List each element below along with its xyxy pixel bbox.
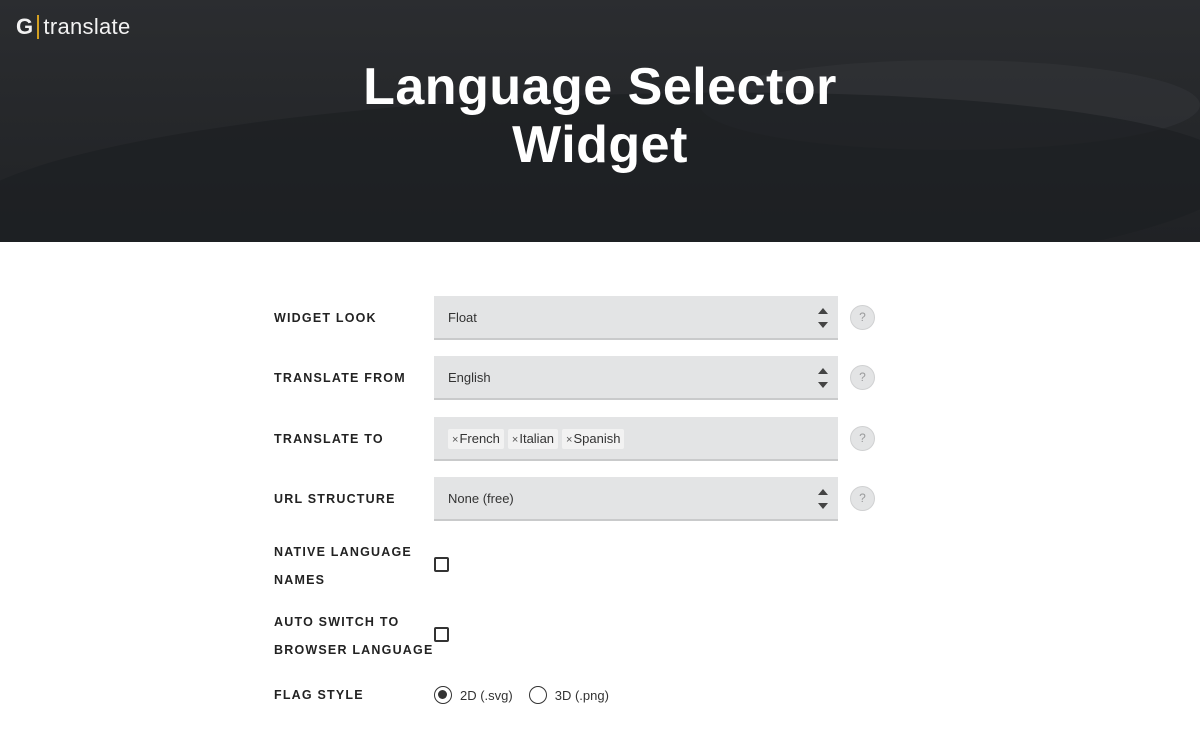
logo-letter: G: [16, 14, 34, 39]
translate-from-select[interactable]: English: [434, 356, 838, 400]
url-structure-select[interactable]: None (free): [434, 477, 838, 521]
language-tag: ×French: [448, 429, 504, 449]
native-language-names-label: NATIVE LANGUAGE NAMES: [274, 538, 434, 594]
selected-languages: ×French ×Italian ×Spanish: [448, 429, 628, 449]
tag-remove-icon[interactable]: ×: [452, 434, 458, 446]
page-title: Language Selector Widget: [0, 58, 1200, 174]
help-icon[interactable]: ?: [850, 426, 875, 451]
flag-style-3d-radio[interactable]: [528, 686, 547, 704]
hero-banner: G translate Language Selector Widget: [0, 0, 1200, 242]
language-tag: ×Spanish: [562, 429, 625, 449]
select-arrows-icon: [818, 489, 828, 509]
auto-switch-label: AUTO SWITCH TO BROWSER LANGUAGE: [274, 608, 434, 664]
flag-style-2d-radio[interactable]: [434, 686, 452, 704]
page-title-line1: Language Selector: [363, 58, 837, 116]
widget-look-label: WIDGET LOOK: [274, 311, 377, 325]
help-icon[interactable]: ?: [850, 305, 875, 330]
select-arrows-icon: [818, 368, 828, 388]
language-tag-label: Italian: [519, 431, 555, 446]
flag-style-2d-label[interactable]: 2D (.svg): [460, 688, 513, 703]
gtranslate-logo[interactable]: G translate: [16, 14, 131, 40]
widget-look-value: Float: [448, 310, 477, 325]
logo-word: translate: [43, 14, 131, 39]
native-language-names-label-line1: NATIVE LANGUAGE: [274, 545, 412, 559]
logo-separator: [37, 15, 40, 39]
select-arrows-icon: [818, 308, 828, 328]
native-language-names-label-line2: NAMES: [274, 573, 326, 587]
widget-look-select[interactable]: Float: [434, 296, 838, 340]
auto-switch-label-line2: BROWSER LANGUAGE: [274, 643, 434, 657]
translate-from-label: TRANSLATE FROM: [274, 371, 406, 385]
help-icon[interactable]: ?: [850, 486, 875, 511]
native-language-names-checkbox[interactable]: [434, 557, 449, 572]
auto-switch-label-line1: AUTO SWITCH TO: [274, 615, 400, 629]
auto-switch-checkbox[interactable]: [434, 627, 449, 642]
url-structure-value: None (free): [448, 491, 514, 506]
flag-style-label: FLAG STYLE: [274, 688, 364, 702]
tag-remove-icon[interactable]: ×: [566, 434, 572, 446]
tag-remove-icon[interactable]: ×: [512, 434, 518, 446]
url-structure-label: URL STRUCTURE: [274, 492, 396, 506]
language-tag: ×Italian: [507, 429, 559, 449]
flag-style-options: 2D (.svg) 3D (.png): [434, 684, 625, 706]
translate-to-label: TRANSLATE TO: [274, 432, 384, 446]
page-title-line2: Widget: [512, 116, 688, 174]
translate-from-value: English: [448, 370, 491, 385]
language-tag-label: French: [459, 431, 500, 446]
help-icon[interactable]: ?: [850, 365, 875, 390]
language-tag-label: Spanish: [573, 431, 621, 446]
flag-style-3d-label[interactable]: 3D (.png): [555, 688, 609, 703]
translate-to-multiselect[interactable]: ×French ×Italian ×Spanish: [434, 417, 838, 461]
